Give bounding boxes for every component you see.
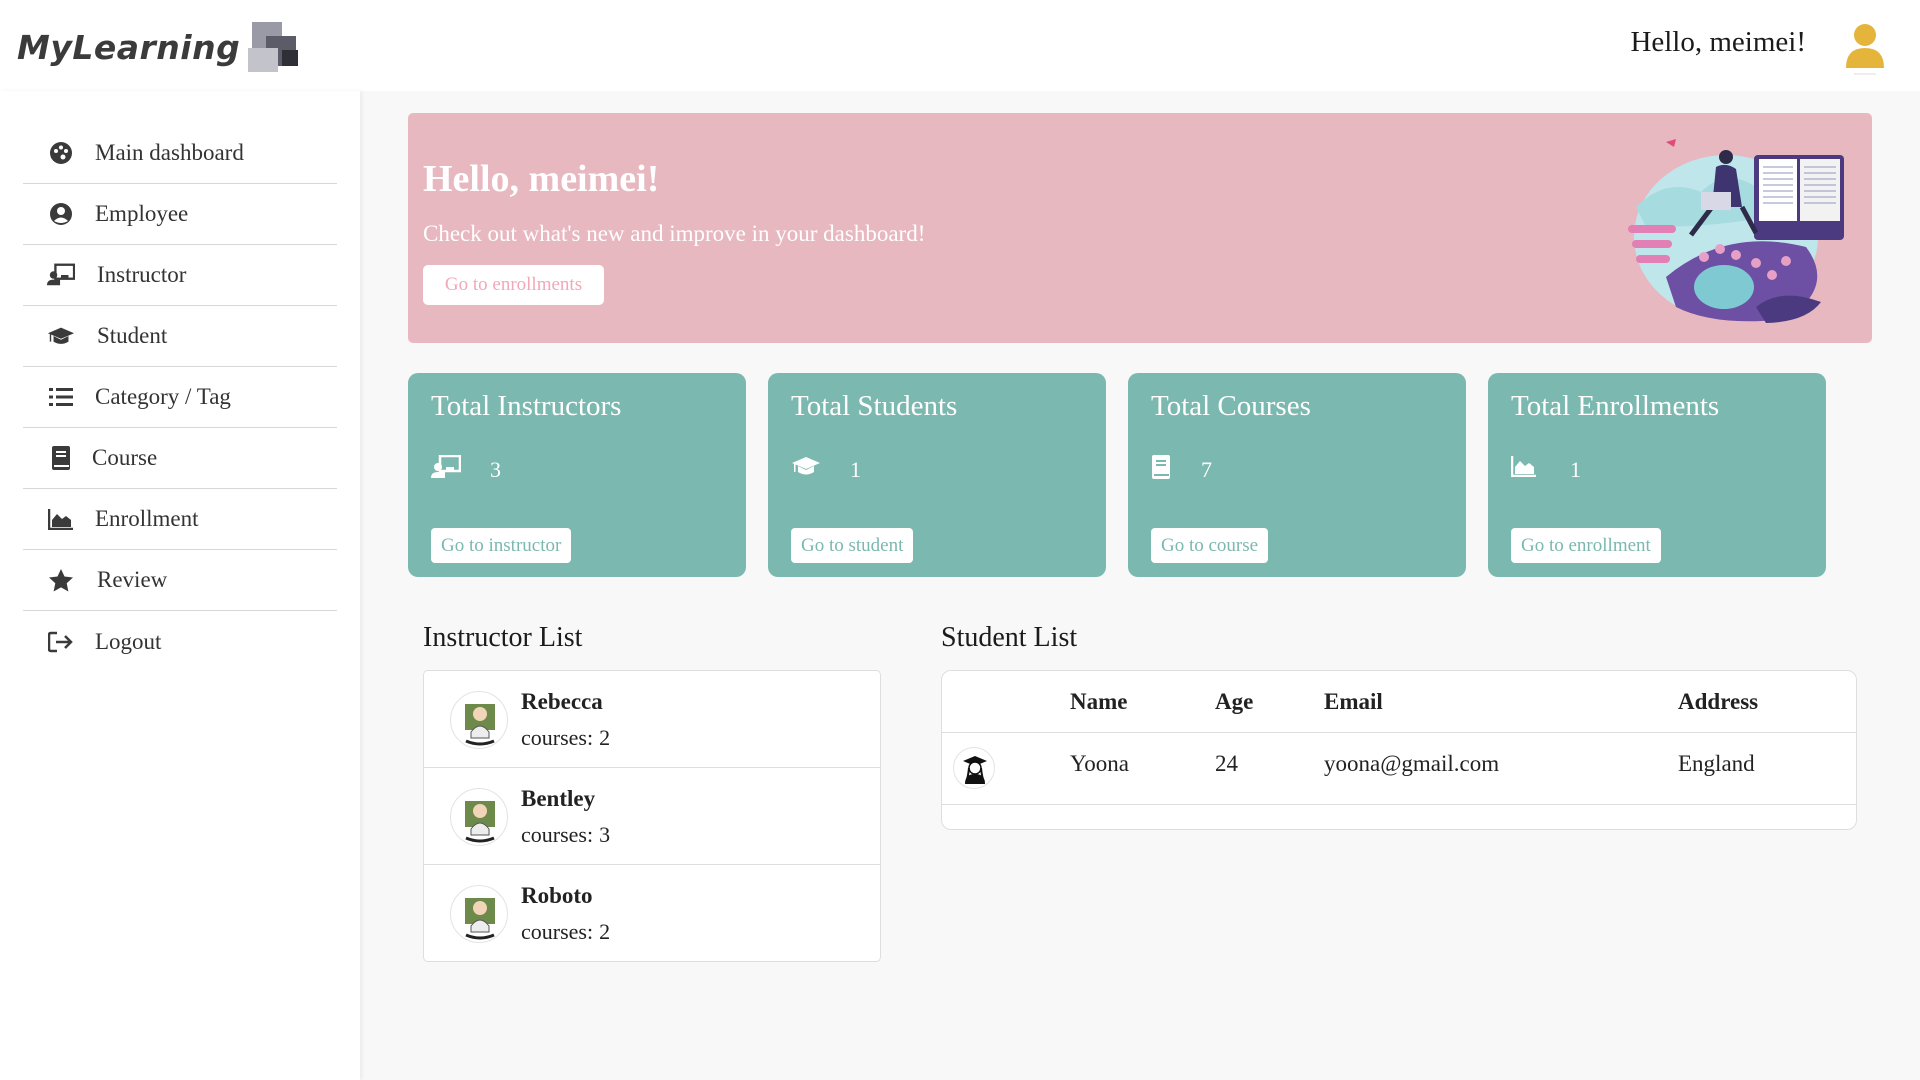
sidebar-item-enrollment[interactable]: Enrollment — [23, 489, 337, 550]
list-item[interactable]: Roboto courses: 2 — [424, 865, 880, 962]
student-list-title: Student List — [941, 622, 1078, 653]
book-icon — [1151, 455, 1179, 481]
column-header-email: Email — [1324, 689, 1383, 714]
stat-title: Total Enrollments — [1511, 390, 1720, 422]
list-item[interactable]: Bentley courses: 3 — [424, 768, 880, 865]
logo-text: MyLearning — [17, 27, 241, 67]
graduation-cap-icon — [791, 455, 820, 481]
welcome-banner: Hello, meimei! Check out what's new and … — [408, 113, 1872, 343]
sidebar-item-label: Employee — [95, 201, 189, 226]
go-to-instructor-button[interactable]: Go to instructor — [431, 528, 572, 563]
sidebar-item-label: Instructor — [97, 262, 187, 287]
dashboard-illustration — [1606, 137, 1856, 327]
instructor-avatar — [450, 788, 508, 846]
stat-card-students: Total Students 1 Go to student — [768, 373, 1106, 577]
sidebar-item-label: Logout — [95, 628, 162, 654]
stat-title: Total Instructors — [431, 390, 622, 422]
header-greeting: Hello, meimei! — [1630, 26, 1806, 58]
go-to-enrollments-button[interactable]: Go to enrollments — [423, 265, 604, 305]
banner-subtitle: Check out what's new and improve in your… — [423, 221, 926, 246]
sidebar-item-label: Course — [92, 445, 158, 470]
sidebar-item-instructor[interactable]: Instructor — [23, 245, 337, 306]
book-icon — [47, 444, 75, 472]
area-chart-icon — [1510, 455, 1539, 481]
sidebar-item-logout[interactable]: Logout — [23, 611, 337, 672]
palette-icon — [47, 139, 75, 167]
user-avatar-icon[interactable] — [1842, 20, 1888, 76]
go-to-course-button[interactable]: Go to course — [1151, 528, 1269, 563]
stat-card-courses: Total Courses 7 Go to course — [1128, 373, 1466, 577]
cell-name: Yoona — [1070, 751, 1130, 776]
sidebar-item-label: Category / Tag — [95, 384, 231, 409]
stat-card-instructors: Total Instructors 3 Go to instructor — [408, 373, 746, 577]
sidebar-item-course[interactable]: Course — [23, 428, 337, 489]
column-header-age: Age — [1215, 689, 1254, 714]
instructor-list-title: Instructor List — [423, 622, 583, 653]
sidebar-item-label: Student — [97, 323, 168, 348]
chalkboard-teacher-icon — [47, 261, 75, 289]
cell-age: 24 — [1215, 751, 1238, 776]
student-avatar-icon — [953, 747, 995, 789]
sidebar-item-label: Review — [97, 567, 168, 592]
user-circle-icon — [47, 200, 75, 228]
instructor-name: Rebecca — [521, 689, 603, 714]
stat-title: Total Students — [791, 390, 958, 422]
table-divider — [942, 804, 1856, 805]
column-header-address: Address — [1678, 689, 1759, 714]
sidebar: Main dashboard Employee Instructor Stude… — [0, 91, 360, 1080]
sidebar-item-review[interactable]: Review — [23, 550, 337, 611]
instructor-name: Roboto — [521, 883, 593, 908]
stat-card-enrollments: Total Enrollments 1 Go to enrollment — [1488, 373, 1826, 577]
banner-title: Hello, meimei! — [423, 158, 660, 200]
go-to-enrollment-button[interactable]: Go to enrollment — [1511, 528, 1661, 563]
table-divider — [942, 732, 1856, 733]
instructor-courses: courses: 2 — [521, 725, 611, 750]
cell-email: yoona@gmail.com — [1324, 751, 1500, 776]
instructor-name: Bentley — [521, 786, 596, 811]
sidebar-item-label: Main dashboard — [95, 140, 244, 165]
logo-mark — [246, 20, 302, 74]
instructor-avatar — [450, 885, 508, 943]
sidebar-item-label: Enrollment — [95, 506, 199, 531]
stat-value: 3 — [490, 457, 501, 482]
graduation-cap-icon — [47, 322, 75, 350]
stat-value: 1 — [850, 457, 861, 482]
sidebar-item-main-dashboard[interactable]: Main dashboard — [23, 123, 337, 184]
cell-address: England — [1678, 751, 1755, 776]
area-chart-icon — [47, 505, 75, 533]
instructor-list: Rebecca courses: 2 Bentley courses: 3 Robo… — [423, 670, 881, 962]
instructor-avatar — [450, 691, 508, 749]
logo[interactable]: MyLearning — [17, 20, 302, 74]
stat-value: 7 — [1201, 457, 1212, 482]
column-header-name: Name — [1070, 689, 1128, 714]
chalkboard-teacher-icon — [431, 454, 462, 481]
stat-title: Total Courses — [1151, 390, 1311, 422]
instructor-courses: courses: 3 — [521, 822, 611, 847]
sign-out-icon — [47, 628, 75, 656]
instructor-courses: courses: 2 — [521, 919, 611, 944]
top-bar: MyLearning Hello, meimei! — [0, 0, 1920, 91]
list-item[interactable]: Rebecca courses: 2 — [424, 671, 880, 768]
student-table: Name Age Email Address Yoona 24 yoona@gm… — [941, 670, 1857, 830]
stat-value: 1 — [1570, 457, 1581, 482]
sidebar-item-employee[interactable]: Employee — [23, 184, 337, 245]
go-to-student-button[interactable]: Go to student — [791, 528, 914, 563]
sidebar-item-student[interactable]: Student — [23, 306, 337, 367]
list-icon — [47, 383, 75, 411]
star-icon — [47, 566, 75, 594]
sidebar-item-category-tag[interactable]: Category / Tag — [23, 367, 337, 428]
